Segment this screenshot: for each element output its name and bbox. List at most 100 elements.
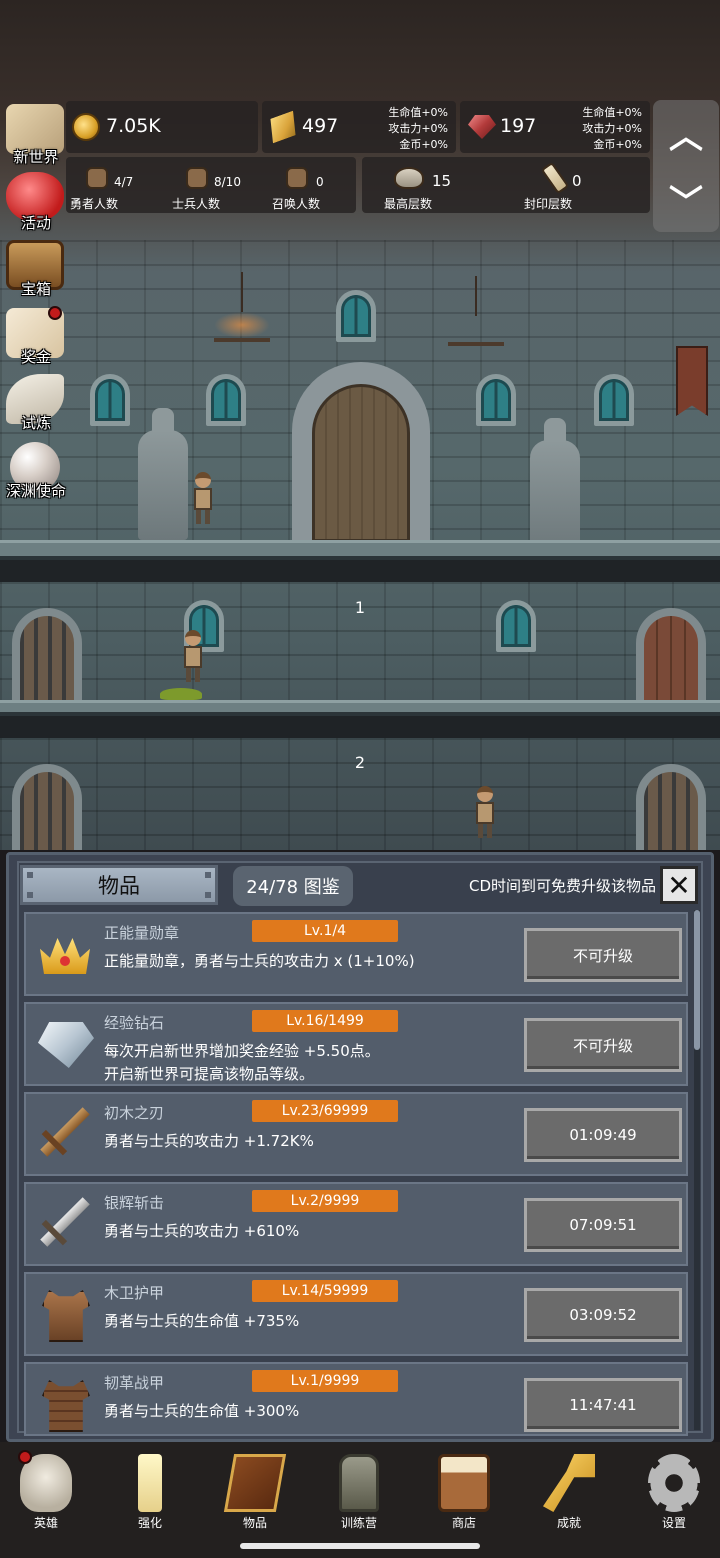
max-floor-value: 15 (432, 172, 452, 190)
scroll-up-button[interactable]: ︿ (653, 100, 719, 166)
ruby-panel: 197 生命值+0% 攻击力+0% 金币+0% (460, 101, 650, 153)
soldier-head-icon (186, 167, 208, 189)
item-level-badge: Lv.16/1499 (252, 1010, 398, 1032)
nav-settings[interactable]: 设置 (634, 1450, 714, 1536)
bonus-coin: 金币+0% (593, 138, 642, 151)
lantern-icon (339, 1454, 379, 1512)
item-row[interactable]: 韧革战甲 Lv.1/9999 勇者与士兵的生命值 +300% 11:47:41 (24, 1362, 688, 1436)
nav-shop[interactable]: 商店 (424, 1450, 504, 1536)
hero-character[interactable] (182, 630, 204, 682)
side-btn-event[interactable]: 活动 (2, 170, 68, 236)
upgrade-cooldown-button[interactable]: 11:47:41 (524, 1378, 682, 1432)
floor-gap (0, 560, 720, 582)
upgrade-cooldown-button[interactable]: 01:09:49 (524, 1108, 682, 1162)
hero-character[interactable] (474, 786, 496, 838)
summon-count[interactable]: 0 召唤人数 (270, 157, 360, 213)
summon-count-label: 召唤人数 (272, 197, 321, 211)
bonus-hp: 生命值+0% (582, 106, 642, 119)
gold-panel: 497 生命值+0% 攻击力+0% 金币+0% (262, 101, 456, 153)
items-scrollbar[interactable] (694, 910, 700, 1430)
bonus-coin: 金币+0% (399, 138, 448, 151)
hero-count-value: 4/7 (114, 175, 134, 189)
nav-heroes[interactable]: 英雄 (6, 1450, 86, 1536)
side-btn-trial[interactable]: 试炼 (2, 372, 68, 438)
item-row[interactable]: 银辉斩击 Lv.2/9999 勇者与士兵的攻击力 +610% 07:09:51 (24, 1182, 688, 1266)
soldier-count[interactable]: 8/10 士兵人数 (170, 157, 260, 213)
item-desc-line: 勇者与士兵的生命值 +300% (104, 1402, 300, 1420)
floor-counts-panel: 15 最高层数 0 封印层数 (362, 157, 650, 213)
soldier-count-label: 士兵人数 (172, 197, 221, 211)
upgrade-cooldown-button[interactable]: 03:09:52 (524, 1288, 682, 1342)
item-name: 韧革战甲 (104, 1374, 165, 1392)
slime-enemy[interactable] (160, 688, 202, 700)
nav-items[interactable]: 物品 (215, 1450, 295, 1536)
item-desc: 每次开启新世界增加奖金经验 +5.50点。 开启新世界可提高该物品等级。 (104, 1040, 380, 1086)
iron-gate (636, 764, 706, 850)
tab-items[interactable]: 物品 (20, 865, 218, 905)
floor-number: 1 (354, 598, 366, 617)
item-desc: 勇者与士兵的攻击力 +610% (104, 1220, 299, 1243)
home-indicator[interactable] (240, 1543, 480, 1549)
side-btn-new-world[interactable]: 新世界 (2, 102, 68, 168)
item-desc: 勇者与士兵的生命值 +735% (104, 1310, 299, 1333)
item-level-badge: Lv.23/69999 (252, 1100, 398, 1122)
wall-banner-icon (676, 346, 708, 416)
side-btn-label: 活动 (20, 214, 51, 232)
sealed-floor-count[interactable]: 0 封印层数 (522, 157, 612, 213)
item-row[interactable]: 木卫护甲 Lv.14/59999 勇者与士兵的生命值 +735% 03:09:5… (24, 1272, 688, 1356)
diamond-icon (38, 1022, 94, 1068)
max-floor-count[interactable]: 15 最高层数 (362, 157, 452, 213)
upgrade-button[interactable]: 不可升级 (524, 928, 682, 982)
side-btn-bonus[interactable]: 奖金 (2, 306, 68, 372)
max-floor-label: 最高层数 (384, 197, 433, 211)
candle-icon (138, 1454, 162, 1512)
nav-enhance[interactable]: 强化 (110, 1450, 190, 1536)
notification-dot (48, 306, 62, 320)
upgrade-button[interactable]: 不可升级 (524, 1018, 682, 1072)
bonus-hp: 生命值+0% (388, 106, 448, 119)
wooden-sword-icon (40, 1107, 90, 1157)
item-row[interactable]: 初木之刃 Lv.23/69999 勇者与士兵的攻击力 +1.72K% 01:09… (24, 1092, 688, 1176)
gold-value: 497 (302, 115, 339, 137)
leather-armor-icon (42, 1380, 90, 1432)
side-btn-abyss[interactable]: 深渊使命 (2, 440, 68, 506)
hero-character[interactable] (192, 472, 214, 524)
summon-head-icon (286, 167, 308, 189)
ruby-icon (468, 115, 496, 139)
item-desc-line: 正能量勋章，勇者与士兵的攻击力 x (1+10%) (104, 952, 415, 970)
floor-nav-arrows: ︿ ﹀ (653, 100, 719, 232)
nav-training[interactable]: 训练营 (319, 1450, 399, 1536)
nav-label: 强化 (137, 1516, 162, 1530)
castle-floor-ledge (0, 540, 720, 560)
cd-notice: CD时间到可免费升级该物品 (468, 877, 656, 895)
upgrade-cooldown-button[interactable]: 07:09:51 (524, 1198, 682, 1252)
item-level-badge: Lv.1/9999 (252, 1370, 398, 1392)
side-btn-label: 新世界 (13, 148, 59, 166)
item-level-badge: Lv.1/4 (252, 920, 398, 942)
close-button[interactable]: ✕ (660, 866, 698, 904)
main-gate[interactable] (292, 362, 430, 542)
item-desc-line: 勇者与士兵的攻击力 +1.72K% (104, 1132, 314, 1150)
hero-count[interactable]: 4/7 勇者人数 (66, 157, 156, 213)
item-row[interactable]: 正能量勋章 Lv.1/4 正能量勋章，勇者与士兵的攻击力 x (1+10%) 不… (24, 912, 688, 996)
side-btn-label: 奖金 (20, 348, 51, 366)
item-row[interactable]: 经验钻石 Lv.16/1499 每次开启新世界增加奖金经验 +5.50点。 开启… (24, 1002, 688, 1086)
side-btn-chest[interactable]: 宝箱 (2, 238, 68, 304)
item-level-badge: Lv.2/9999 (252, 1190, 398, 1212)
castle-window (594, 374, 634, 426)
bonus-attack: 攻击力+0% (388, 122, 448, 135)
knight-statue-icon (138, 408, 188, 540)
item-name: 经验钻石 (104, 1014, 165, 1032)
crown-icon (40, 938, 90, 974)
tab-atlas[interactable]: 24/78 图鉴 (233, 866, 353, 906)
item-desc-line: 勇者与士兵的生命值 +735% (104, 1312, 300, 1330)
castle-window (336, 290, 376, 342)
exit-door[interactable] (636, 608, 706, 700)
coins-panel: 7.05K (66, 101, 258, 153)
book-icon (223, 1454, 287, 1512)
nav-achievements[interactable]: 成就 (529, 1450, 609, 1536)
scroll-down-button[interactable]: ﹀ (653, 166, 719, 232)
castle-window (206, 374, 246, 426)
stone-icon (394, 167, 424, 189)
mug-icon (438, 1454, 490, 1512)
